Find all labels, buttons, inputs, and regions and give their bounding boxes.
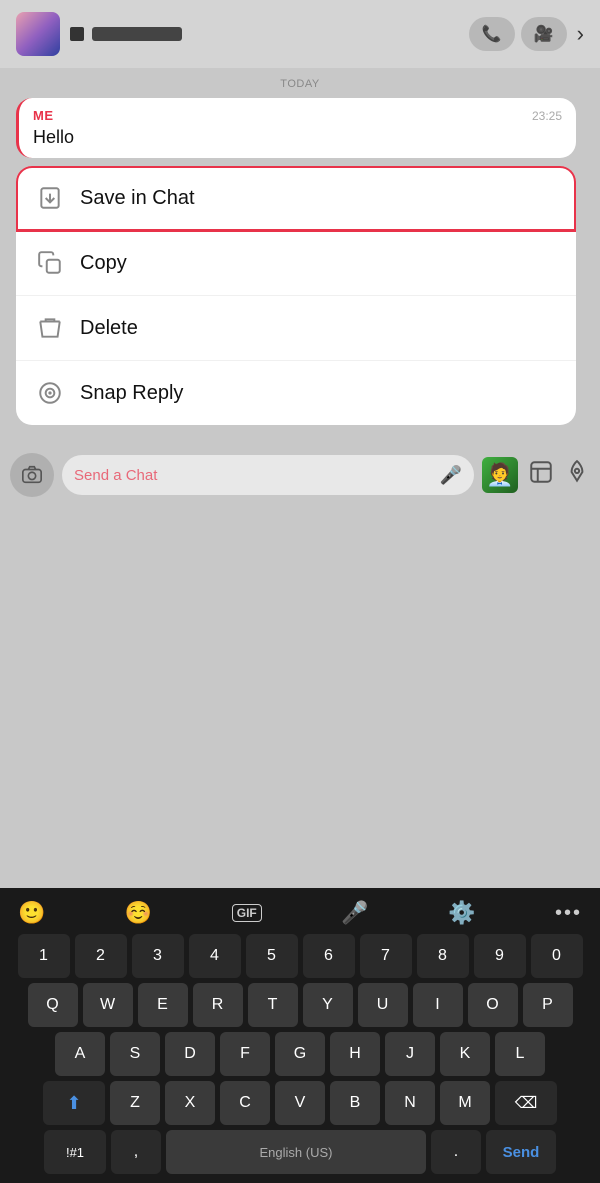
message-text: Hello bbox=[33, 127, 562, 148]
message-sender: ME bbox=[33, 108, 54, 123]
phone-call-button[interactable]: 📞 bbox=[469, 17, 515, 51]
avatar[interactable] bbox=[16, 12, 60, 56]
qwerty-row: Q W E R T Y U I O P bbox=[4, 983, 596, 1027]
bitmoji-button[interactable]: 🧑‍💼 bbox=[482, 457, 518, 493]
chat-input-placeholder: Send a Chat bbox=[74, 467, 432, 484]
key-k[interactable]: K bbox=[440, 1032, 490, 1076]
phone-icon: 📞 bbox=[482, 24, 502, 44]
video-icon: 🎥 bbox=[534, 24, 554, 44]
key-p[interactable]: P bbox=[523, 983, 573, 1027]
key-m[interactable]: M bbox=[440, 1081, 490, 1125]
key-a[interactable]: A bbox=[55, 1032, 105, 1076]
key-n[interactable]: N bbox=[385, 1081, 435, 1125]
context-delete[interactable]: Delete bbox=[16, 296, 576, 361]
key-0[interactable]: 0 bbox=[531, 934, 583, 978]
snap-reply-label: Snap Reply bbox=[80, 382, 183, 405]
keyboard: 🙂 ☺️ GIF 🎤 ⚙️ ••• 1 2 3 4 5 6 7 8 9 0 Q … bbox=[0, 888, 600, 1183]
key-w[interactable]: W bbox=[83, 983, 133, 1027]
key-j[interactable]: J bbox=[385, 1032, 435, 1076]
key-4[interactable]: 4 bbox=[189, 934, 241, 978]
comma-key[interactable]: , bbox=[111, 1130, 161, 1174]
mic-toolbar-icon[interactable]: 🎤 bbox=[341, 900, 368, 926]
number-row: 1 2 3 4 5 6 7 8 9 0 bbox=[4, 934, 596, 978]
key-v[interactable]: V bbox=[275, 1081, 325, 1125]
context-save-in-chat[interactable]: Save in Chat bbox=[16, 166, 576, 231]
chat-area: TODAY ME 23:25 Hello Save in Chat bbox=[0, 68, 600, 443]
key-8[interactable]: 8 bbox=[417, 934, 469, 978]
video-call-button[interactable]: 🎥 bbox=[521, 17, 567, 51]
key-g[interactable]: G bbox=[275, 1032, 325, 1076]
numbers-switch-key[interactable]: !#1 bbox=[44, 1130, 106, 1174]
key-x[interactable]: X bbox=[165, 1081, 215, 1125]
key-b[interactable]: B bbox=[330, 1081, 380, 1125]
key-i[interactable]: I bbox=[413, 983, 463, 1027]
context-menu: Save in Chat Copy Delete bbox=[16, 166, 576, 425]
key-2[interactable]: 2 bbox=[75, 934, 127, 978]
header-action-icons: 📞 🎥 › bbox=[469, 17, 584, 51]
key-3[interactable]: 3 bbox=[132, 934, 184, 978]
bottom-input-bar: Send a Chat 🎤 🧑‍💼 bbox=[0, 443, 600, 505]
bottom-right-icons: 🧑‍💼 bbox=[482, 457, 590, 493]
key-y[interactable]: Y bbox=[303, 983, 353, 1027]
save-in-chat-label: Save in Chat bbox=[80, 187, 195, 210]
key-f[interactable]: F bbox=[220, 1032, 270, 1076]
key-s[interactable]: S bbox=[110, 1032, 160, 1076]
key-q[interactable]: Q bbox=[28, 983, 78, 1027]
chat-header: 📞 🎥 › bbox=[0, 0, 600, 68]
more-options-icon[interactable]: › bbox=[577, 21, 584, 47]
name-text bbox=[92, 27, 182, 41]
copy-icon bbox=[36, 249, 64, 277]
asdf-row: A S D F G H J K L bbox=[4, 1032, 596, 1076]
context-snap-reply[interactable]: Snap Reply bbox=[16, 361, 576, 425]
period-key[interactable]: . bbox=[431, 1130, 481, 1174]
bottom-row: !#1 , English (US) . Send bbox=[4, 1130, 596, 1174]
key-z[interactable]: Z bbox=[110, 1081, 160, 1125]
key-1[interactable]: 1 bbox=[18, 934, 70, 978]
key-9[interactable]: 9 bbox=[474, 934, 526, 978]
settings-toolbar-icon[interactable]: ⚙️ bbox=[448, 900, 475, 926]
message-time: 23:25 bbox=[532, 109, 562, 123]
delete-label: Delete bbox=[80, 317, 138, 340]
space-key[interactable]: English (US) bbox=[166, 1130, 426, 1174]
rocket-button[interactable] bbox=[564, 459, 590, 491]
copy-label: Copy bbox=[80, 252, 127, 275]
key-h[interactable]: H bbox=[330, 1032, 380, 1076]
context-copy[interactable]: Copy bbox=[16, 231, 576, 296]
save-in-chat-icon bbox=[36, 184, 64, 212]
message-bubble: ME 23:25 Hello bbox=[16, 98, 576, 158]
smiley-toolbar-icon[interactable]: ☺️ bbox=[125, 900, 152, 926]
key-l[interactable]: L bbox=[495, 1032, 545, 1076]
key-t[interactable]: T bbox=[248, 983, 298, 1027]
key-6[interactable]: 6 bbox=[303, 934, 355, 978]
key-d[interactable]: D bbox=[165, 1032, 215, 1076]
sticker-button[interactable] bbox=[528, 459, 554, 491]
message-header: ME 23:25 bbox=[33, 108, 562, 123]
keyboard-toolbar: 🙂 ☺️ GIF 🎤 ⚙️ ••• bbox=[4, 896, 596, 934]
key-u[interactable]: U bbox=[358, 983, 408, 1027]
contact-name-block bbox=[70, 27, 459, 41]
delete-icon bbox=[36, 314, 64, 342]
chat-input[interactable]: Send a Chat 🎤 bbox=[62, 455, 474, 495]
more-toolbar-button[interactable]: ••• bbox=[555, 902, 582, 925]
camera-button[interactable] bbox=[10, 453, 54, 497]
emoji-toolbar-icon[interactable]: 🙂 bbox=[18, 900, 45, 926]
key-e[interactable]: E bbox=[138, 983, 188, 1027]
today-divider: TODAY bbox=[16, 78, 584, 90]
snap-reply-icon bbox=[36, 379, 64, 407]
send-key[interactable]: Send bbox=[486, 1130, 556, 1174]
backspace-key[interactable]: ⌫ bbox=[495, 1081, 557, 1125]
key-r[interactable]: R bbox=[193, 983, 243, 1027]
name-icon bbox=[70, 27, 84, 41]
zxcv-row: ⬆ Z X C V B N M ⌫ bbox=[4, 1081, 596, 1125]
key-o[interactable]: O bbox=[468, 983, 518, 1027]
key-c[interactable]: C bbox=[220, 1081, 270, 1125]
key-5[interactable]: 5 bbox=[246, 934, 298, 978]
shift-key[interactable]: ⬆ bbox=[43, 1081, 105, 1125]
key-7[interactable]: 7 bbox=[360, 934, 412, 978]
mic-icon: 🎤 bbox=[440, 465, 462, 486]
gif-toolbar-button[interactable]: GIF bbox=[232, 904, 262, 922]
